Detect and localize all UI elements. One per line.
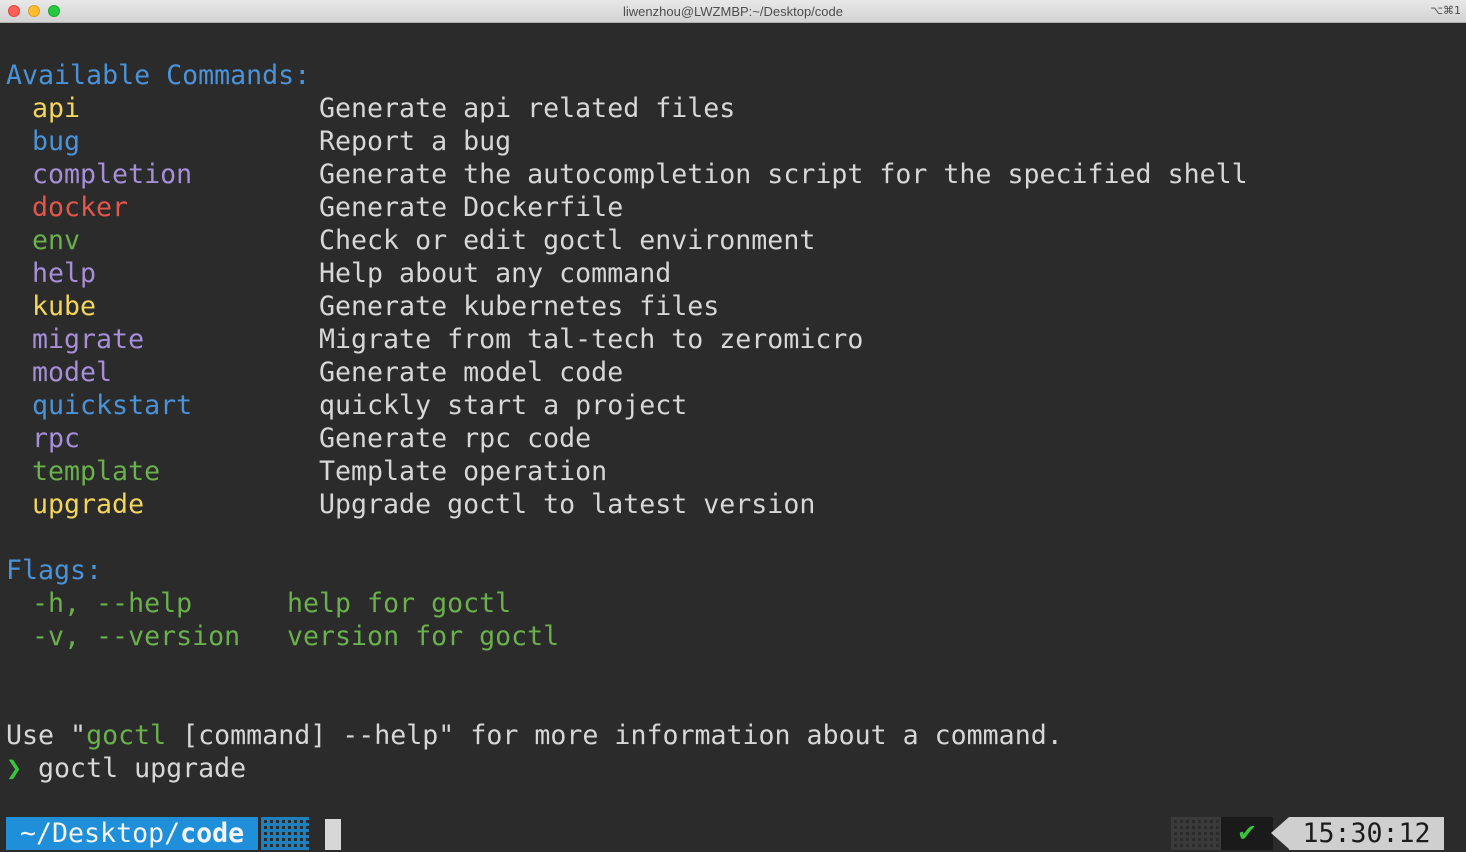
path-current: code	[180, 818, 245, 849]
command-row: help Help about any command	[0, 257, 1466, 290]
command-row: api Generate api related files	[0, 92, 1466, 125]
command-row: kube Generate kubernetes files	[0, 290, 1466, 323]
path-segment-fade	[261, 817, 309, 850]
command-description: Generate model code	[319, 357, 624, 388]
command-name: help	[32, 258, 97, 289]
command-row: quickstart quickly start a project	[0, 389, 1466, 422]
command-row: upgrade Upgrade goctl to latest version	[0, 488, 1466, 521]
flags-heading: Flags:	[6, 555, 103, 586]
command-description: Generate kubernetes files	[319, 291, 720, 322]
command-description: Help about any command	[319, 258, 672, 289]
command-description: Generate rpc code	[319, 423, 592, 454]
command-name: rpc	[32, 423, 81, 454]
command-description: Upgrade goctl to latest version	[319, 489, 816, 520]
command-description: Template operation	[319, 456, 608, 487]
clock: 15:30:12	[1289, 817, 1444, 850]
command-row: docker Generate Dockerfile	[0, 191, 1466, 224]
flag-row: -h, --help help for goctl	[0, 587, 1466, 620]
command-row: bug Report a bug	[0, 125, 1466, 158]
checkmark-icon: ✔	[1221, 817, 1273, 850]
command-row: rpc Generate rpc code	[0, 422, 1466, 455]
command-name: kube	[32, 291, 97, 322]
current-path: ~/Desktop/code	[6, 817, 259, 850]
command-description: Generate Dockerfile	[319, 192, 624, 223]
command-description: Migrate from tal-tech to zeromicro	[319, 324, 864, 355]
command-name: template	[32, 456, 161, 487]
usage-command: goctl	[86, 720, 167, 751]
text-cursor[interactable]	[325, 819, 341, 850]
status-bar: ~/Desktop/code ✔ 15:30:12	[0, 817, 1466, 852]
status-segment-fade	[1171, 817, 1223, 850]
command-name: upgrade	[32, 489, 145, 520]
command-description: Generate the autocompletion script for t…	[319, 159, 1248, 190]
command-description: quickly start a project	[319, 390, 688, 421]
flag-description: version for goctl	[287, 621, 560, 652]
flag-description: help for goctl	[287, 588, 512, 619]
window-title: liwenzhou@LWZMBP:~/Desktop/code	[623, 4, 843, 19]
command-row: completion Generate the autocompletion sc…	[0, 158, 1466, 191]
title-bar: liwenzhou@LWZMBP:~/Desktop/code ⌥⌘1	[0, 0, 1466, 23]
command-name: model	[32, 357, 113, 388]
flag-name: -v, --version	[32, 621, 241, 652]
usage-hint: Use "goctl [command] --help" for more in…	[6, 719, 1063, 752]
time-separator	[1271, 817, 1289, 849]
command-description: Check or edit goctl environment	[319, 225, 816, 256]
terminal-output[interactable]: Available Commands: api Generate api rela…	[0, 23, 1466, 852]
flag-row: -v, --version version for goctl	[0, 620, 1466, 653]
flag-name: -h, --help	[32, 588, 193, 619]
command-name: migrate	[32, 324, 145, 355]
command-name: quickstart	[32, 390, 193, 421]
path-prefix: ~/Desktop/	[20, 818, 181, 849]
command-name: docker	[32, 192, 129, 223]
command-description: Report a bug	[319, 126, 512, 157]
command-row: model Generate model code	[0, 356, 1466, 389]
usage-prefix: Use "	[6, 720, 87, 751]
command-description: Generate api related files	[319, 93, 736, 124]
command-row: template Template operation	[0, 455, 1466, 488]
command-name: env	[32, 225, 81, 256]
command-name: api	[32, 93, 81, 124]
window-shortcut: ⌥⌘1	[1430, 4, 1461, 17]
terminal-window: liwenzhou@LWZMBP:~/Desktop/code ⌥⌘1 Avai…	[0, 0, 1466, 852]
command-name: bug	[32, 126, 81, 157]
prompt-command: goctl upgrade	[38, 753, 247, 784]
command-name: completion	[32, 159, 193, 190]
command-row: migrate Migrate from tal-tech to zeromicr…	[0, 323, 1466, 356]
usage-suffix: [command] --help" for more information a…	[166, 720, 1063, 751]
prompt-line: ❯ goctl upgrade	[6, 752, 246, 785]
prompt-arrow-icon: ❯	[6, 753, 23, 784]
command-row: env Check or edit goctl environment	[0, 224, 1466, 257]
available-commands-heading: Available Commands:	[6, 60, 311, 91]
